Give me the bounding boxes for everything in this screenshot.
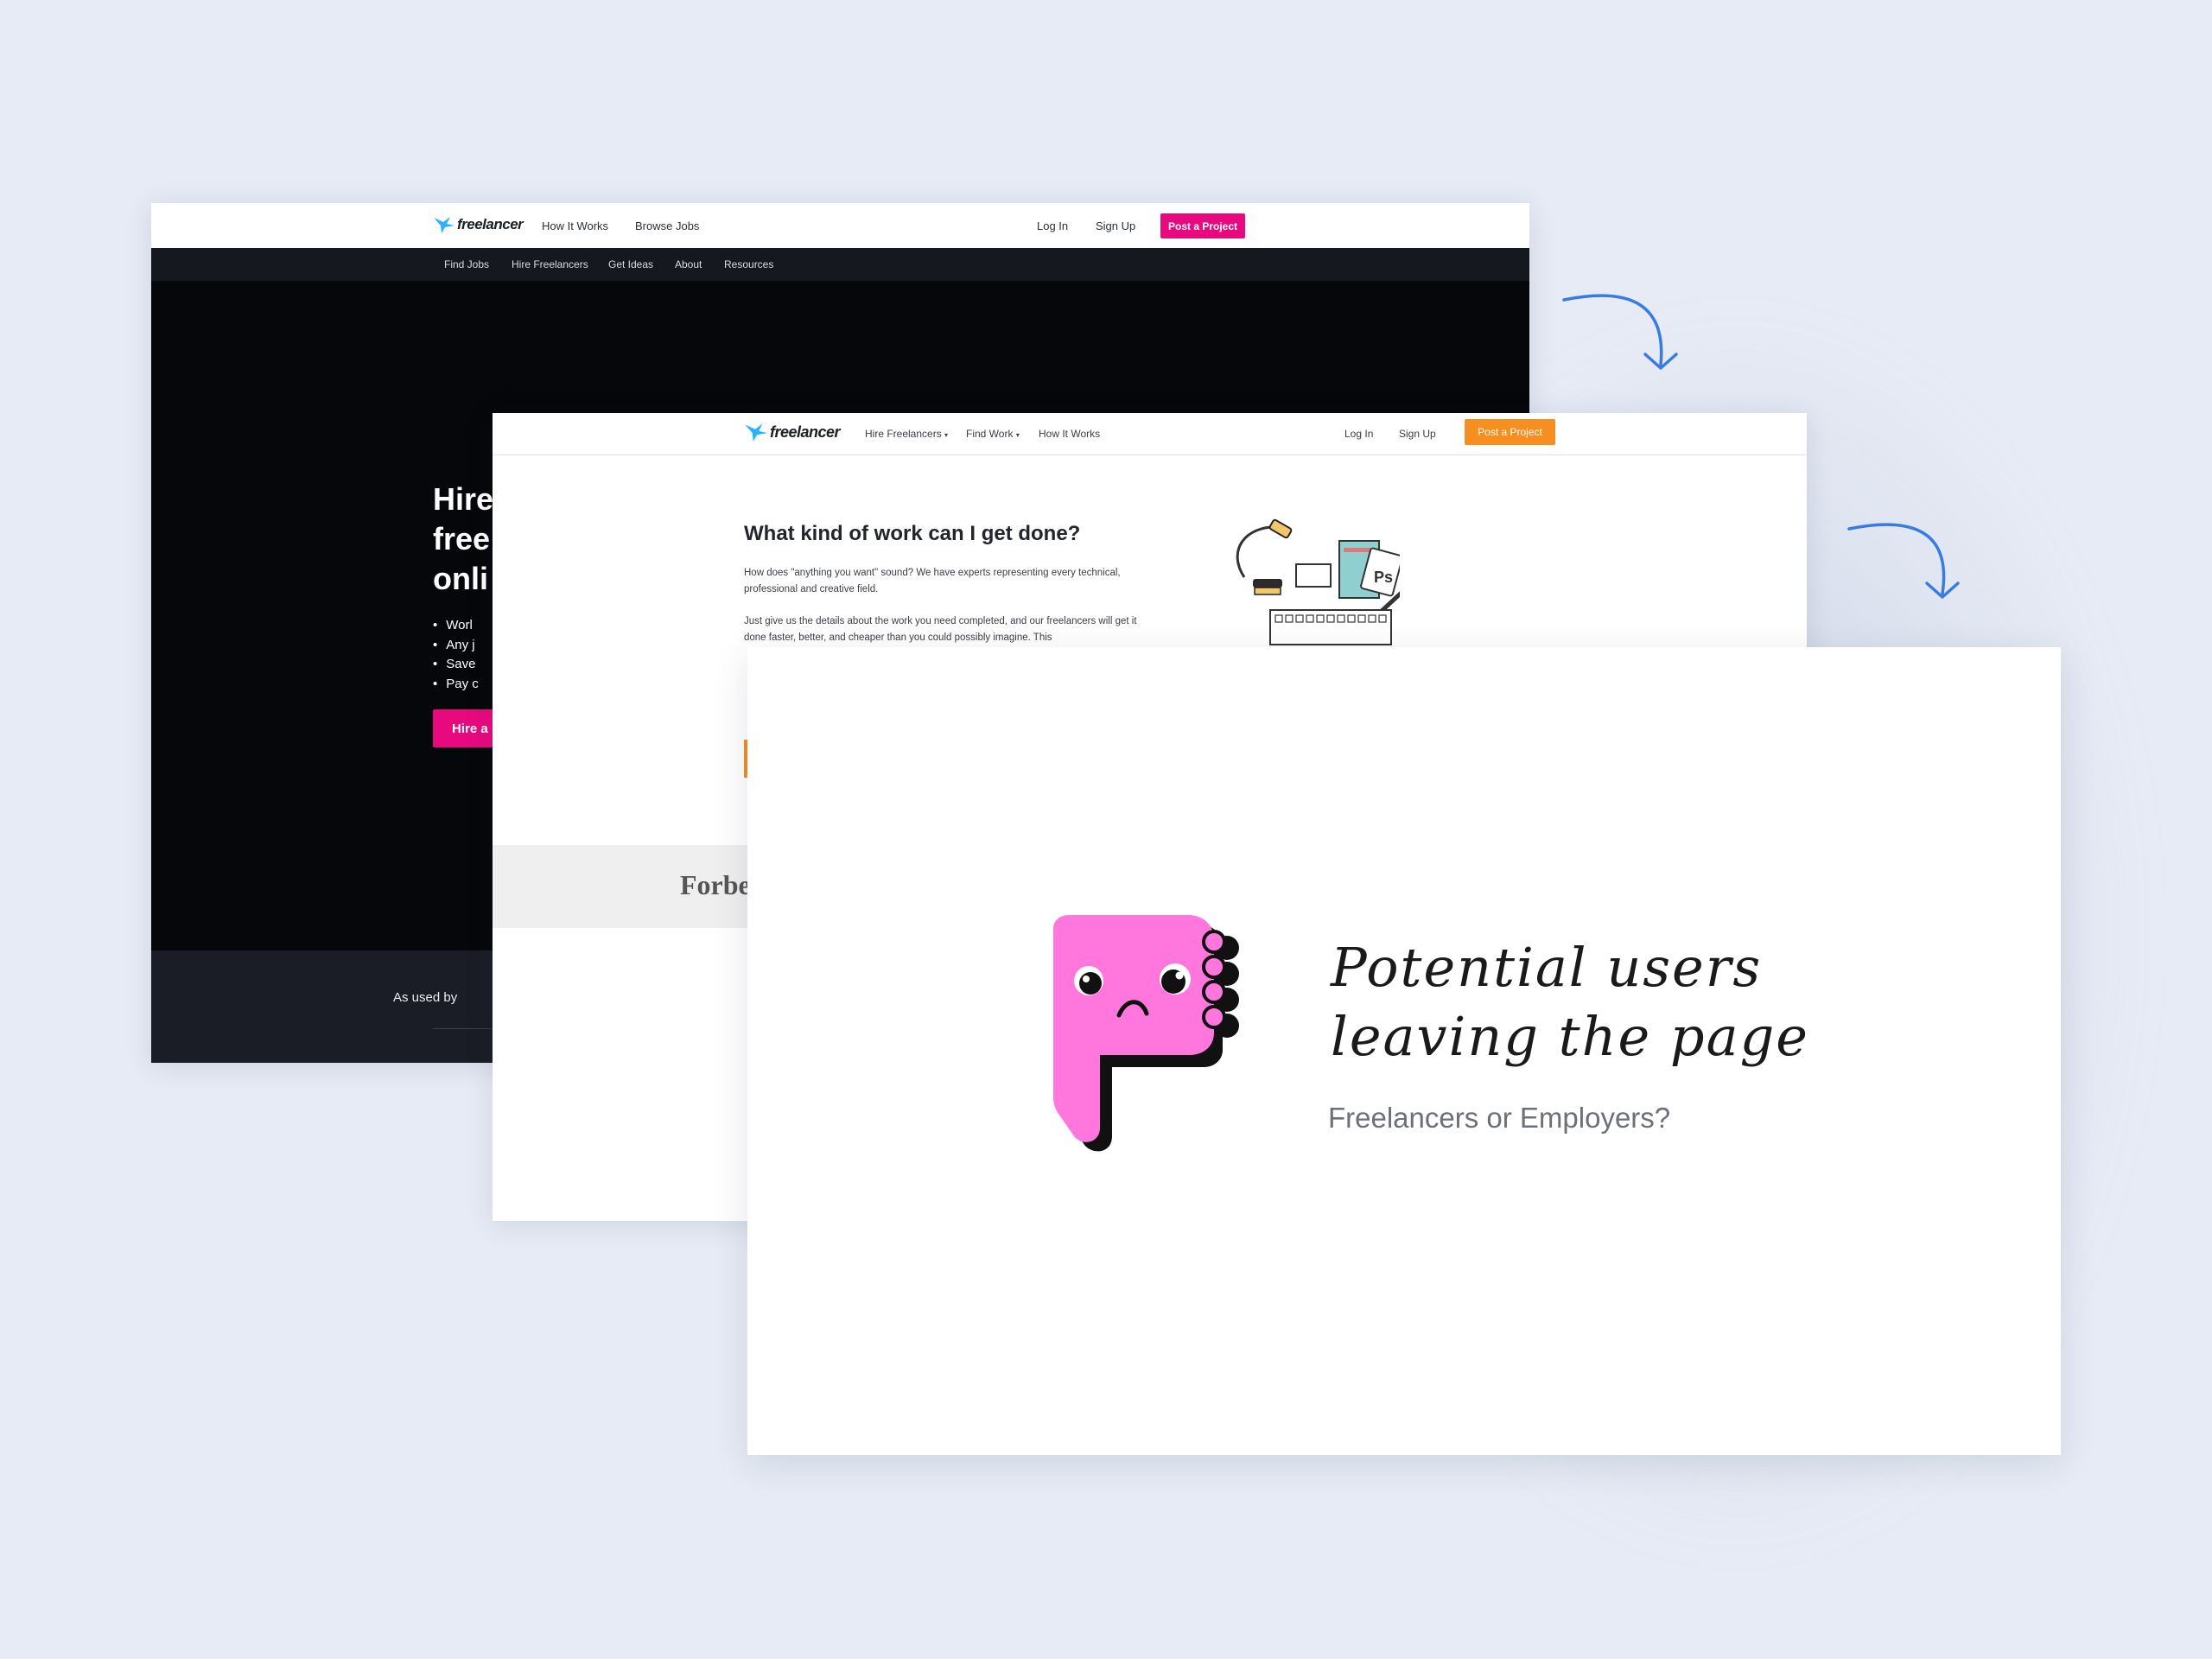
forbes-logo: Forbe (680, 869, 751, 900)
logo-text: freelancer (770, 423, 841, 441)
bird-logo-icon (745, 423, 767, 442)
nav-how-it-works[interactable]: How It Works (542, 219, 608, 232)
post-project-button[interactable]: Post a Project (1160, 213, 1245, 238)
slide-title-line: leaving the page (1331, 1005, 1809, 1068)
subnav-get-ideas[interactable]: Get Ideas (608, 258, 653, 270)
curved-arrow-icon (1847, 523, 1960, 599)
hero-bullet-list: Worl Any j Save Pay c (433, 616, 479, 694)
caret-down-icon: ▾ (944, 431, 949, 439)
post-project-button[interactable]: Post a Project (1465, 419, 1555, 445)
curved-arrow-icon (1562, 294, 1678, 370)
section-heading: What kind of work can I get done? (744, 522, 1081, 545)
top-navbar: freelancer Hire Freelancers ▾ Find Work … (493, 413, 1807, 455)
nav-browse-jobs[interactable]: Browse Jobs (635, 219, 699, 232)
signup-link[interactable]: Sign Up (1096, 219, 1135, 232)
nav-find-work[interactable]: Find Work ▾ (966, 428, 1020, 440)
top-navbar: freelancer How It Works Browse Jobs Log … (151, 203, 1529, 248)
slide-subtitle: Freelancers or Employers? (1328, 1102, 1671, 1134)
logo-text: freelancer (457, 216, 524, 232)
list-item: Worl (433, 616, 479, 636)
desk-illustration-icon: Ps (1236, 518, 1400, 645)
nav-label: Hire Freelancers (865, 428, 942, 440)
login-link[interactable]: Log In (1037, 219, 1068, 232)
body-paragraph: How does "anything you want" sound? We h… (744, 568, 1121, 594)
slide-title-line: Potential users (1331, 936, 1763, 999)
caret-down-icon: ▾ (1015, 431, 1020, 439)
freelancer-logo[interactable]: freelancer (433, 215, 524, 234)
body-paragraph: Just give us the details about the work … (744, 616, 1137, 643)
signup-link[interactable]: Sign Up (1399, 428, 1436, 440)
subnav-resources[interactable]: Resources (724, 258, 773, 270)
slide-title: Potential users leaving the page (1331, 933, 1809, 1071)
subnav-hire-freelancers[interactable]: Hire Freelancers (512, 258, 588, 270)
sub-navbar: Find Jobs Hire Freelancers Get Ideas Abo… (151, 248, 1529, 281)
list-item: Save (433, 655, 479, 675)
nav-label: Find Work (966, 428, 1014, 440)
subnav-find-jobs[interactable]: Find Jobs (444, 258, 489, 270)
thumbs-down-sad-icon (1053, 915, 1239, 1152)
used-by-label: As used by (393, 990, 458, 1005)
bird-logo-icon (434, 217, 454, 233)
list-item: Any j (433, 636, 479, 656)
hero-title-line: free (433, 521, 491, 556)
svg-text:Ps: Ps (1374, 569, 1393, 586)
hero-title-line: Hire (433, 481, 494, 517)
hero-title: Hire free onli (433, 480, 493, 599)
list-item: Pay c (433, 675, 479, 695)
nav-how-it-works[interactable]: How It Works (1039, 428, 1100, 440)
nav-hire-freelancers[interactable]: Hire Freelancers ▾ (865, 428, 948, 440)
hero-title-line: onli (433, 561, 488, 596)
subnav-about[interactable]: About (675, 258, 702, 270)
freelancer-logo[interactable]: freelancer (744, 421, 841, 443)
login-link[interactable]: Log In (1344, 428, 1373, 440)
